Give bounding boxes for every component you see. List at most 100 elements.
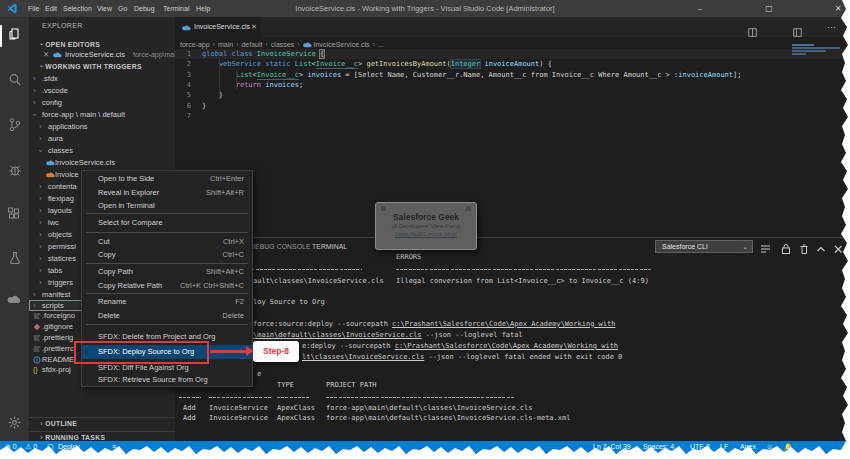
breadcrumb-item[interactable]: default bbox=[241, 41, 262, 48]
code-line-7: 7 bbox=[175, 111, 850, 121]
menu-separator bbox=[86, 293, 248, 294]
torn-edge-bottom bbox=[0, 441, 850, 459]
salesforce-file-icon bbox=[182, 25, 191, 31]
tab-close-icon[interactable]: ✕ bbox=[251, 17, 257, 37]
tree-item-config[interactable]: ›config bbox=[29, 97, 175, 109]
terminal-text: ApexClass bbox=[277, 414, 315, 423]
vscode-logo-icon bbox=[7, 3, 18, 14]
menubar-item-go[interactable]: Go bbox=[118, 0, 127, 17]
context-menu-item-sfdx-retrieve-source-from-org[interactable]: SFDX: Retrieve Source from Org bbox=[82, 373, 252, 387]
salesforce-file-icon bbox=[303, 41, 314, 48]
title-bar: FileEditSelectionViewGoDebugTerminalHelp… bbox=[0, 0, 850, 17]
search-icon[interactable] bbox=[7, 72, 23, 88]
test-beaker-icon[interactable] bbox=[7, 250, 23, 266]
breadcrumb-item[interactable]: InvoiceService.cls bbox=[314, 41, 370, 48]
watermark-pin bbox=[466, 206, 471, 211]
menubar-item-selection[interactable]: Selection bbox=[63, 0, 92, 17]
context-menu-item-delete[interactable]: DeleteDelete bbox=[82, 309, 252, 323]
chevron-right-icon: › bbox=[373, 41, 375, 48]
chevron-right-icon: › bbox=[213, 41, 215, 48]
menu-separator bbox=[86, 324, 248, 325]
close-icon[interactable]: ✕ bbox=[43, 49, 49, 61]
divider bbox=[29, 417, 175, 418]
terminal-text: ault\classes\InvoiceService.cls bbox=[253, 277, 384, 286]
chevron-up-icon[interactable] bbox=[815, 241, 827, 259]
indent-guide bbox=[219, 59, 220, 100]
step-label: Step-8 bbox=[253, 341, 299, 362]
chevron-right-icon: › bbox=[297, 41, 299, 48]
breadcrumb-item[interactable]: main bbox=[218, 41, 233, 48]
menubar-item-file[interactable]: File bbox=[28, 0, 39, 17]
context-menu-item-select-for-compare[interactable]: Select for Compare bbox=[82, 216, 252, 230]
maximize-button[interactable]: ▢ bbox=[754, 0, 784, 17]
menubar-item-view[interactable]: View bbox=[97, 0, 112, 17]
breadcrumb-item[interactable]: force-app bbox=[180, 41, 210, 48]
trash-icon[interactable] bbox=[798, 241, 810, 259]
indent-guide bbox=[236, 69, 237, 90]
tree-item-classes[interactable]: ›classes bbox=[29, 145, 175, 157]
terminal-text: \main\default\classes\InvoiceService.cls… bbox=[253, 331, 523, 340]
context-menu-item-copy-path[interactable]: Copy PathShift+Alt+C bbox=[82, 265, 252, 279]
source-control-icon[interactable] bbox=[7, 117, 23, 133]
terminal-text: InvoiceService bbox=[209, 414, 268, 423]
code-editor[interactable]: 1global class InvoiceService {2 webServi… bbox=[175, 49, 850, 237]
sidebar-title: EXPLORER bbox=[42, 22, 83, 29]
tree-item-applications[interactable]: ›applications bbox=[29, 121, 175, 133]
minimize-button[interactable]: – bbox=[685, 0, 715, 17]
context-menu-item-cut[interactable]: CutCtrl+X bbox=[82, 235, 252, 249]
context-menu-item-reveal-in-explorer[interactable]: Reveal in ExplorerShift+Alt+R bbox=[82, 186, 252, 200]
torn-edge-right bbox=[836, 0, 850, 459]
breadcrumb-item[interactable]: classes bbox=[271, 41, 294, 48]
tab-invoiceservice[interactable]: InvoiceService.cls ✕ bbox=[175, 17, 261, 37]
split-editor-icon[interactable] bbox=[748, 23, 757, 41]
context-menu-item-open-to-the-side[interactable]: Open to the SideCtrl+Enter bbox=[82, 172, 252, 186]
open-editor-item[interactable]: ✕ InvoiceService.cls force-app\main\... bbox=[29, 49, 175, 61]
annotation-red-box bbox=[74, 341, 209, 364]
panel-tab-terminal[interactable]: TERMINAL bbox=[312, 238, 347, 256]
project-section-header[interactable]: › WORKING WITH TRIGGERS bbox=[40, 62, 142, 71]
tree-item--sfdx[interactable]: ›.sfdx bbox=[29, 73, 175, 85]
outline-section[interactable]: › OUTLINE bbox=[40, 419, 77, 428]
tree-item-invoiceservice-cls[interactable]: InvoiceService.cls bbox=[29, 157, 175, 169]
menu-separator bbox=[86, 263, 248, 264]
more-actions-icon[interactable]: ··· bbox=[827, 17, 836, 37]
tree-item--vscode[interactable]: ›.vscode bbox=[29, 85, 175, 97]
open-editor-file: InvoiceService.cls bbox=[65, 49, 125, 61]
extensions-icon[interactable] bbox=[7, 207, 23, 223]
code-line-1: 1global class InvoiceService { bbox=[175, 49, 850, 59]
code-line-2: 2 webService static List<Invoice__c> get… bbox=[175, 59, 850, 69]
list-icon[interactable] bbox=[760, 241, 772, 259]
terminal-text: Illegal conversion from List<Invoice__c>… bbox=[396, 277, 649, 286]
vscode-window: FileEditSelectionViewGoDebugTerminalHelp… bbox=[0, 0, 850, 459]
terminal-text: e:deploy --sourcepath c:\Prashant\Salesf… bbox=[302, 342, 618, 351]
code-line-5: 5 } bbox=[175, 90, 850, 100]
tree-item-force-app-main-default[interactable]: ›force-app \ main \ default bbox=[29, 109, 175, 121]
context-menu-item-rename[interactable]: RenameF2 bbox=[82, 295, 252, 309]
terminal-text: Add bbox=[183, 404, 196, 413]
terminal-separator bbox=[179, 397, 201, 398]
explorer-icon[interactable] bbox=[7, 27, 23, 43]
watermark-sticker: Salesforce Geek (A Developers' View Poin… bbox=[375, 202, 477, 250]
minimap bbox=[792, 44, 814, 46]
context-menu-item-copy-relative-path[interactable]: Copy Relative PathCtrl+K Ctrl+Shift+C bbox=[82, 279, 252, 293]
terminal-text: ERRORS bbox=[396, 253, 421, 262]
code-line-3: 3 List<Invoice__c> invoices = [Select Na… bbox=[175, 70, 850, 80]
salesforce-cloud-icon[interactable] bbox=[7, 292, 23, 308]
minimap bbox=[792, 50, 826, 52]
tab-label: InvoiceService.cls bbox=[194, 17, 250, 37]
terminal-selector-dropdown[interactable]: Salesforce CLI⌄ bbox=[655, 240, 753, 253]
settings-gear-icon[interactable] bbox=[7, 415, 23, 431]
tree-item-aura[interactable]: ›aura bbox=[29, 133, 175, 145]
terminal-text: InvoiceService bbox=[209, 404, 268, 413]
context-menu-item-copy[interactable]: CopyCtrl+C bbox=[82, 248, 252, 262]
run-debug-icon[interactable] bbox=[7, 162, 23, 178]
layout-icon[interactable] bbox=[793, 23, 802, 41]
breadcrumb-item[interactable]: ... bbox=[378, 41, 384, 48]
terminal-text: loy Source to Org bbox=[253, 298, 325, 307]
menubar-item-edit[interactable]: Edit bbox=[45, 0, 57, 17]
terminal-text: PROJECT PATH bbox=[326, 381, 377, 390]
open-editors-header[interactable]: › OPEN EDITORS bbox=[40, 40, 100, 49]
lock-icon[interactable] bbox=[780, 241, 792, 259]
panel-tab-debug-console[interactable]: DEBUG CONSOLE bbox=[250, 238, 311, 256]
context-menu-item-open-in-terminal[interactable]: Open in Terminal bbox=[82, 199, 252, 213]
